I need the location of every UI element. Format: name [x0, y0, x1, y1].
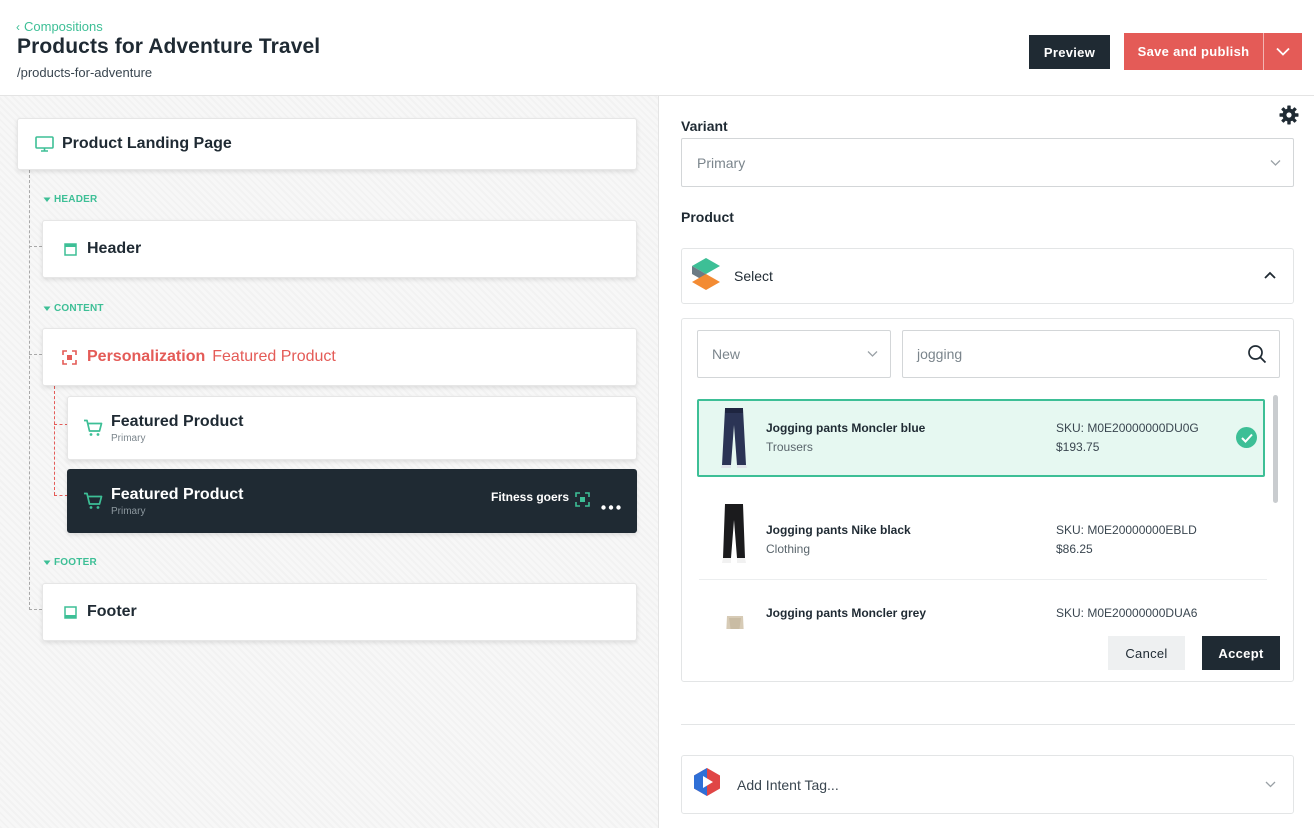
- variant-title: Featured Product: [111, 485, 244, 503]
- section-toggle-header[interactable]: HEADER: [43, 194, 97, 205]
- page-slug: /products-for-adventure: [17, 65, 153, 80]
- root-component-title: Product Landing Page: [62, 135, 232, 152]
- tree-connector: [29, 609, 42, 610]
- variant-subtitle: Primary: [111, 432, 146, 444]
- tree-connector: [29, 170, 30, 610]
- header-component-title: Header: [87, 240, 142, 257]
- search-input-value: jogging: [917, 346, 963, 362]
- personalization-label: Personalization: [87, 348, 206, 365]
- variant-connector: [54, 424, 68, 425]
- variant-subtitle: Primary: [111, 505, 146, 517]
- filter-select[interactable]: New: [697, 330, 891, 378]
- section-toggle-content[interactable]: CONTENT: [43, 303, 104, 314]
- commerce-logo-icon: [692, 257, 720, 295]
- intent-tag-select[interactable]: Add Intent Tag...: [681, 755, 1294, 814]
- root-component-card[interactable]: Product Landing Page: [17, 118, 637, 170]
- intent-tag-label: Add Intent Tag...: [737, 776, 839, 793]
- caret-down-icon: [43, 197, 51, 202]
- search-input[interactable]: jogging: [902, 330, 1280, 378]
- product-price: $193.75: [1056, 440, 1100, 454]
- gear-icon[interactable]: [1279, 105, 1299, 125]
- variant-title: Featured Product: [111, 412, 244, 430]
- chevron-down-icon: [1265, 781, 1276, 788]
- product-price: $86.25: [1056, 542, 1093, 556]
- tree-connector: [29, 354, 42, 355]
- product-thumbnail: [706, 592, 762, 629]
- audience-label: Fitness goers: [491, 490, 570, 504]
- variant-select[interactable]: Primary: [681, 138, 1294, 187]
- variant-card[interactable]: Featured Product Primary: [67, 396, 637, 460]
- chevron-down-icon: [1270, 159, 1281, 166]
- product-list-item[interactable]: Jogging pants Nike black Clothing SKU: M…: [699, 487, 1267, 580]
- caret-down-icon: [43, 560, 51, 565]
- variant-card-selected[interactable]: Featured Product Primary Fitness goers: [67, 469, 637, 533]
- preview-button[interactable]: Preview: [1029, 35, 1110, 69]
- search-icon[interactable]: [1247, 344, 1267, 364]
- intent-tag-logo-icon: [693, 767, 721, 802]
- shopping-cart-icon: [83, 492, 103, 510]
- personalization-icon: [62, 349, 77, 365]
- section-label-content: CONTENT: [54, 303, 104, 314]
- product-list: Jogging pants Moncler blue Trousers SKU:…: [697, 399, 1271, 629]
- product-list-item-selected[interactable]: Jogging pants Moncler blue Trousers SKU:…: [697, 399, 1265, 477]
- product-name: Jogging pants Moncler blue: [766, 421, 926, 435]
- product-thumbnail: [706, 498, 762, 568]
- chevron-up-icon[interactable]: [1264, 271, 1276, 279]
- more-options-icon[interactable]: [601, 497, 621, 515]
- chevron-left-icon: ‹: [16, 19, 20, 34]
- variant-field-label: Variant: [681, 118, 728, 134]
- shopping-cart-icon: [83, 419, 103, 437]
- footer-component-title: Footer: [87, 603, 137, 620]
- variant-connector: [54, 495, 68, 496]
- variant-connector: [54, 386, 55, 495]
- caret-down-icon: [43, 306, 51, 311]
- product-list-scrollbar[interactable]: [1273, 395, 1278, 503]
- section-toggle-footer[interactable]: FOOTER: [43, 557, 97, 568]
- personalization-target-icon[interactable]: [575, 492, 590, 512]
- product-field-label: Product: [681, 209, 734, 225]
- publish-options-dropdown[interactable]: [1264, 33, 1302, 70]
- personalization-name: Featured Product: [212, 348, 336, 365]
- product-sku: SKU: M0E20000000DU0G: [1056, 421, 1199, 435]
- variant-select-value: Primary: [697, 154, 746, 171]
- personalization-card[interactable]: Personalization Featured Product: [42, 328, 637, 386]
- chevron-down-icon: [1276, 47, 1290, 56]
- product-thumbnail: [706, 403, 762, 473]
- section-label-header: HEADER: [54, 194, 98, 205]
- back-to-compositions-link[interactable]: ‹ Compositions: [16, 19, 103, 34]
- cancel-button[interactable]: Cancel: [1108, 636, 1185, 670]
- product-name: Jogging pants Nike black: [766, 523, 911, 537]
- product-select-label: Select: [734, 268, 773, 284]
- header-block-icon: [63, 242, 77, 256]
- product-list-item[interactable]: Jogging pants Moncler grey SKU: M0E20000…: [699, 580, 1267, 629]
- product-category: Trousers: [766, 440, 813, 454]
- properties-panel: Variant Primary Product Select New joggi…: [660, 96, 1314, 828]
- filter-select-value: New: [712, 346, 741, 362]
- footer-component-card[interactable]: Footer: [42, 583, 637, 641]
- back-link-label: Compositions: [24, 19, 103, 34]
- header-component-card[interactable]: Header: [42, 220, 637, 278]
- panel-divider: [681, 724, 1295, 725]
- product-select[interactable]: Select: [681, 248, 1294, 304]
- chevron-down-icon: [867, 351, 878, 357]
- product-picker: New jogging Jogging pants Moncler blue T…: [681, 318, 1294, 682]
- footer-block-icon: [63, 605, 77, 619]
- top-bar: ‹ Compositions Products for Adventure Tr…: [0, 0, 1314, 96]
- tree-connector: [29, 246, 42, 247]
- monitor-icon: [34, 136, 54, 152]
- accept-button[interactable]: Accept: [1202, 636, 1280, 670]
- product-sku: SKU: M0E20000000EBLD: [1056, 523, 1197, 537]
- product-sku: SKU: M0E20000000DUA6: [1056, 606, 1198, 620]
- product-category: Clothing: [766, 542, 811, 556]
- section-label-footer: FOOTER: [54, 557, 97, 568]
- product-name: Jogging pants Moncler grey: [766, 606, 927, 620]
- checkmark-icon: [1236, 427, 1257, 448]
- page-title: Products for Adventure Travel: [17, 35, 321, 58]
- save-and-publish-label: Save and publish: [1137, 44, 1250, 59]
- composition-canvas: Product Landing Page HEADER Header CONTE…: [0, 96, 659, 828]
- save-and-publish-button[interactable]: Save and publish: [1124, 33, 1302, 70]
